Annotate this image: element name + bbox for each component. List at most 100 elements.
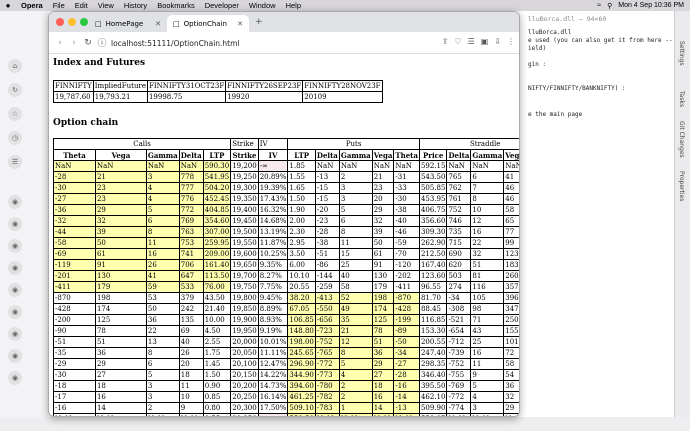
tab-git-changes[interactable]: Git Changes [678,121,685,158]
table-cell: -27 [393,358,420,370]
table-cell: 19,900 [230,314,259,326]
table-cell: 81 [470,270,505,282]
sidebar-icon[interactable]: ▣ [481,37,489,46]
menu-help[interactable]: Help [281,1,306,10]
tab-optionchain[interactable]: □ OptionChain ✕ [167,15,249,32]
avatar-icon[interactable]: ◉ [8,349,22,363]
address-bar[interactable]: localhost:51111/OptionChain.html [111,39,240,48]
table-cell: 462.10 [418,391,448,403]
column-header: Gamma [338,149,373,161]
avatar-icon[interactable]: ◉ [8,239,22,253]
reload-icon[interactable]: ↻ [81,38,95,48]
list-icon[interactable]: ☰ [8,155,22,169]
table-cell: 198 [94,292,147,304]
menu-file[interactable]: File [48,1,70,10]
table-cell: 29 [94,358,147,370]
tab-homepage[interactable]: □ HomePage ✕ [89,15,167,32]
wifi-icon[interactable]: ≈ [597,2,601,9]
extensions-icon[interactable]: ☰ [468,37,475,46]
close-window-icon[interactable] [56,18,64,26]
table-cell: -428 [393,303,420,315]
table-cell: 6 [145,358,180,370]
table-cell: 778 [178,171,204,183]
table-cell: 17.50% [257,402,289,414]
table-cell: -90 [53,325,96,337]
tab-properties[interactable]: Properties [678,171,685,201]
new-tab-icon[interactable]: + [255,17,263,27]
index-header: FINNIFTY26SEP23F [225,80,304,92]
bookmark-icon[interactable]: ♡ [454,37,461,46]
menu-developer[interactable]: Developer [200,1,244,10]
table-cell: 19,300 [230,182,259,194]
table-cell: -51 [53,336,96,348]
table-cell: 259.95 [202,237,232,249]
clock[interactable]: Mon 4 Sep 10:36 PM [618,2,684,9]
table-cell: 260 [503,270,519,282]
index-value: 19,787.60 [53,91,94,103]
share-icon[interactable]: ⇪ [442,37,449,46]
table-cell: -120 [393,259,420,271]
close-tab-icon[interactable]: ✕ [237,20,243,28]
index-header: ImpliedFuture [92,80,148,92]
avatar-icon[interactable]: ◉ [8,195,22,209]
background-sidebar: ⌂ ↻ ☆ ◷ ☰ ◉ ◉ ◉ ◉ ◉ ◉ ◉ ◉ ◉ [0,11,48,431]
table-cell: 354.60 [202,215,232,227]
table-cell: 769 [178,215,204,227]
table-cell: 16 [94,391,147,403]
back-icon[interactable]: ‹ [53,38,67,48]
terminal-title: lluBorca.dll — 94×60 [528,15,607,23]
close-tab-icon[interactable]: ✕ [155,20,161,28]
menu-view[interactable]: View [93,1,119,10]
table-cell: -259 [314,281,340,293]
table-cell: 761 [446,193,472,205]
page-icon: □ [95,19,102,28]
mac-menubar: ● Opera File Edit View History Bookmarks… [0,0,690,11]
avatar-icon[interactable]: ◉ [8,327,22,341]
minimize-window-icon[interactable] [68,18,76,26]
table-cell: 9.19% [257,325,289,337]
menu-icon[interactable]: ⋮ [507,37,515,46]
tab-settings[interactable]: Settings [678,41,685,66]
download-icon[interactable]: ⇩ [494,37,501,46]
table-cell: 200.55 [418,336,448,348]
table-cell: 23 [371,182,395,194]
table-cell: 61 [94,248,147,260]
avatar-icon[interactable]: ◉ [8,305,22,319]
table-cell: 29 [371,358,395,370]
menu-app[interactable]: Opera [16,1,48,10]
table-cell: 49 [338,303,373,315]
table-cell: 88.45 [418,303,448,315]
search-icon[interactable]: ⚲ [607,2,612,10]
avatar-icon[interactable]: ◉ [8,283,22,297]
table-row: -69 61 16 741 209.00 19,600 10.25% 3.50 -51 15 61-… [53,248,519,260]
table-cell: 245.65 [287,347,316,359]
table-cell: 10 [178,391,204,403]
history-icon[interactable]: ↻ [8,83,22,97]
menu-edit[interactable]: Edit [70,1,93,10]
apple-icon[interactable]: ● [0,1,16,10]
table-cell: -13 [393,402,420,414]
avatar-icon[interactable]: ◉ [8,217,22,231]
info-icon[interactable]: ⓘ [95,36,109,49]
tab-tasks[interactable]: Tasks [678,91,685,107]
forward-icon[interactable]: › [67,38,81,48]
maximize-window-icon[interactable] [80,18,88,26]
table-cell: 99 [503,237,519,249]
menu-history[interactable]: History [119,1,152,10]
browser-window: □ HomePage ✕ □ OptionChain ✕ + ‹ › ↻ ⓘ l… [48,11,520,417]
menu-window[interactable]: Window [244,1,281,10]
page-icon: □ [173,19,180,28]
menu-bookmarks[interactable]: Bookmarks [152,1,200,10]
home-icon[interactable]: ⌂ [8,59,22,73]
table-cell: 346.40 [418,369,448,381]
avatar-icon[interactable]: ◉ [8,261,22,275]
avatar-icon[interactable]: ◉ [8,371,22,385]
star-icon[interactable]: ☆ [8,107,22,121]
clock-icon[interactable]: ◷ [8,131,22,145]
page-content: Index and Futures FINNIFTY ImpliedFuture… [52,56,519,416]
column-header: Theta [393,149,420,161]
table-cell: NaN [503,160,519,172]
table-cell: -723 [314,325,340,337]
table-cell: -28 [314,226,340,238]
table-cell: -119 [53,259,96,271]
